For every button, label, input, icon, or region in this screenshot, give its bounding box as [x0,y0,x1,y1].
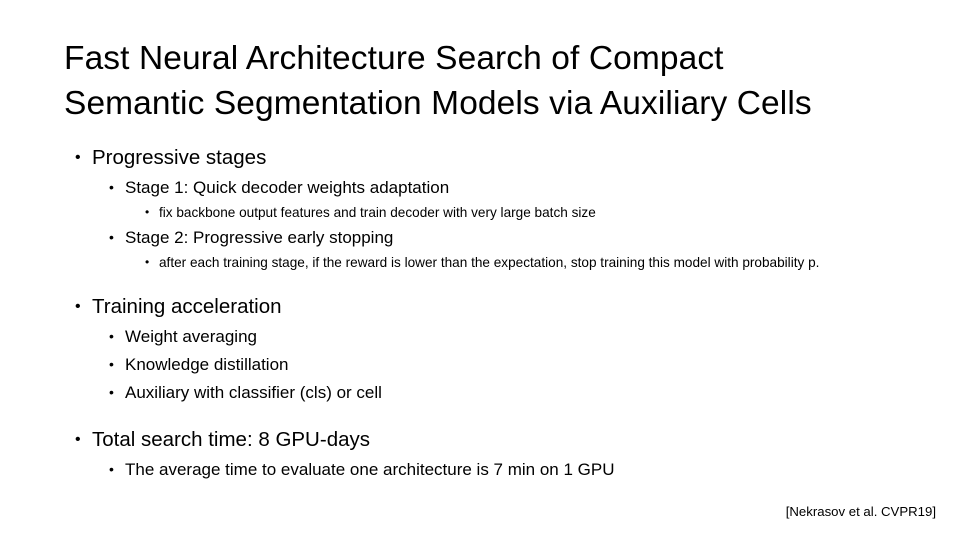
bullet-text: Auxiliary with classifier (cls) or cell [125,383,382,402]
bullet-glyph-icon: • [75,431,81,448]
bullet-text: Weight averaging [125,327,257,346]
bullet-glyph-icon: • [145,255,150,269]
bullet-item-level2: • Weight averaging [64,324,944,349]
bullet-glyph-icon: • [145,205,150,219]
bullet-glyph-icon: • [109,229,114,245]
slide-title: Fast Neural Architecture Search of Compa… [64,36,914,126]
bullet-glyph-icon: • [75,149,81,166]
bullet-text: Stage 1: Quick decoder weights adaptatio… [125,178,450,197]
bullet-glyph-icon: • [75,298,81,315]
bullet-item-level2: • Stage 1: Quick decoder weights adaptat… [64,175,944,200]
slide-title-line-2: Semantic Segmentation Models via Auxilia… [64,85,812,122]
slide-title-line-1: Fast Neural Architecture Search of Compa… [64,40,724,77]
bullet-item-level2: • Knowledge distillation [64,352,944,377]
bullet-glyph-icon: • [109,461,114,477]
bullet-text: The average time to evaluate one archite… [125,460,615,479]
bullet-item-level3: • after each training stage, if the rewa… [64,253,944,272]
presentation-slide: Fast Neural Architecture Search of Compa… [0,0,960,540]
bullet-text: Progressive stages [92,146,267,169]
bullet-text: Knowledge distillation [125,355,289,374]
bullet-item-level2: • The average time to evaluate one archi… [64,457,944,482]
slide-body: • Progressive stages • Stage 1: Quick de… [64,144,944,482]
bullet-text: after each training stage, if the reward… [159,255,820,270]
bullet-text: fix backbone output features and train d… [159,205,596,220]
bullet-text: Training acceleration [92,295,282,318]
bullet-item-level3: • fix backbone output features and train… [64,203,944,222]
bullet-item-level2: • Auxiliary with classifier (cls) or cel… [64,380,944,405]
bullet-text: Stage 2: Progressive early stopping [125,228,394,247]
bullet-item-level1: • Training acceleration [64,293,944,321]
bullet-text: Total search time: 8 GPU-days [92,428,370,451]
bullet-glyph-icon: • [109,328,114,344]
bullet-item-level1: • Progressive stages [64,144,944,172]
bullet-item-level1: • Total search time: 8 GPU-days [64,426,944,454]
bullet-item-level2: • Stage 2: Progressive early stopping [64,225,944,250]
bullet-glyph-icon: • [109,179,114,195]
citation-reference: [Nekrasov et al. CVPR19] [785,504,936,519]
bullet-glyph-icon: • [109,356,114,372]
bullet-glyph-icon: • [109,384,114,400]
